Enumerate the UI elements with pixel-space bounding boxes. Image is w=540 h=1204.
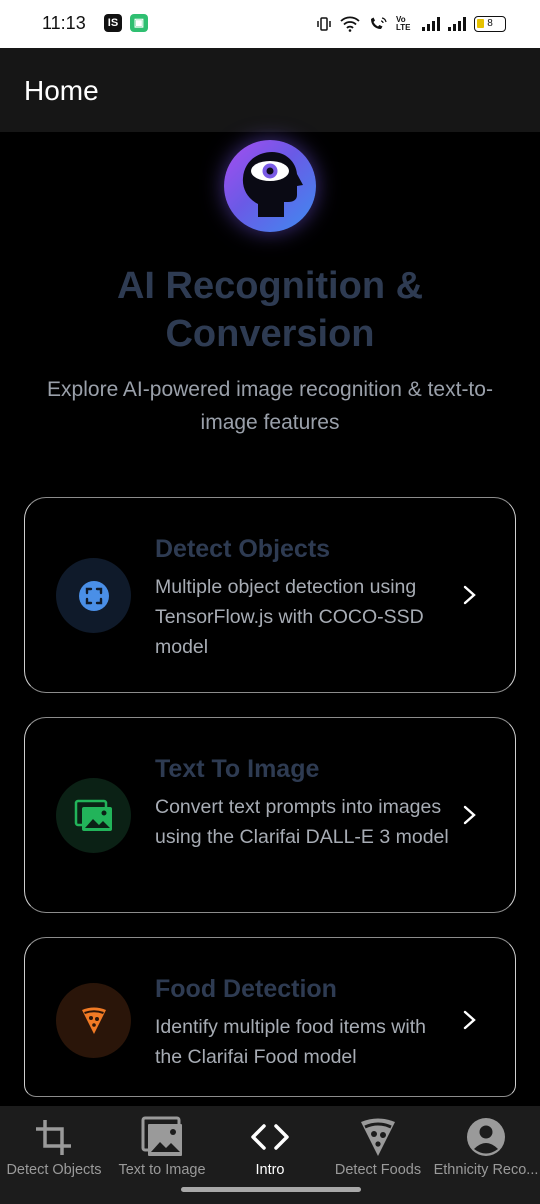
- feature-card-detect-objects[interactable]: Detect Objects Multiple object detection…: [24, 497, 516, 693]
- card-title: Text To Image: [155, 755, 320, 783]
- nav-item-detect-objects[interactable]: Detect Objects: [0, 1106, 108, 1188]
- nav-label: Ethnicity Reco...: [433, 1162, 539, 1178]
- image-icon: [141, 1116, 182, 1156]
- app-notification-badge: ▣: [130, 14, 148, 32]
- nav-label: Detect Objects: [6, 1162, 102, 1178]
- status-time: 11:13: [42, 13, 86, 33]
- wifi-calling-icon: [371, 17, 387, 29]
- nav-label: Detect Foods: [334, 1162, 422, 1178]
- status-bar: 11:13 IS ▣ Vo LTE 8: [0, 0, 540, 48]
- object-scan-icon: [56, 558, 131, 633]
- code-icon: [251, 1124, 289, 1150]
- pizza-slice-icon: [56, 983, 131, 1058]
- chevron-right-icon: [463, 585, 476, 605]
- image-gallery-icon: [56, 778, 131, 853]
- nav-item-detect-foods[interactable]: Detect Foods: [324, 1106, 432, 1188]
- hero-title: AI Recognition & Conversion: [116, 265, 424, 355]
- crop-icon: [36, 1120, 71, 1155]
- page-title: Home: [24, 75, 99, 106]
- nav-label: Text to Image: [118, 1162, 206, 1178]
- hero-subtitle: Explore AI-powered image recognition & t…: [47, 378, 493, 434]
- pizza-icon: [361, 1118, 395, 1156]
- battery-level: 8: [487, 18, 493, 29]
- chevron-right-icon: [463, 1010, 476, 1030]
- feature-card-food-detection[interactable]: Food Detection Identify multiple food it…: [24, 937, 516, 1097]
- volte-label: Vo LTE: [396, 15, 411, 32]
- signal-icon: [422, 17, 440, 31]
- vibrate-icon: [317, 17, 331, 31]
- nav-label: Intro: [255, 1162, 285, 1178]
- feature-card-text-to-image[interactable]: Text To Image Convert text prompts into …: [24, 717, 516, 913]
- card-description: Convert text prompts into images using t…: [155, 796, 449, 848]
- card-description: Multiple object detection using TensorFl…: [155, 576, 424, 658]
- chevron-right-icon: [463, 805, 476, 825]
- nav-item-ethnicity-recognition[interactable]: Ethnicity Reco...: [432, 1106, 540, 1188]
- nav-item-text-to-image[interactable]: Text to Image: [108, 1106, 216, 1188]
- wifi-icon: [340, 16, 360, 32]
- nav-item-intro[interactable]: Intro: [216, 1106, 324, 1188]
- home-indicator[interactable]: [181, 1187, 361, 1192]
- status-icons: Vo LTE 8: [316, 12, 506, 36]
- card-title: Food Detection: [155, 975, 337, 1003]
- app-bar: Home: [0, 48, 540, 132]
- battery-icon: 8: [474, 16, 506, 32]
- head-eye-icon: [224, 140, 316, 232]
- app-notification-badge: IS: [104, 14, 122, 32]
- signal-icon: [448, 17, 466, 31]
- card-title: Detect Objects: [155, 535, 331, 563]
- card-description: Identify multiple food items with the Cl…: [155, 1016, 426, 1068]
- account-circle-icon: [467, 1118, 505, 1156]
